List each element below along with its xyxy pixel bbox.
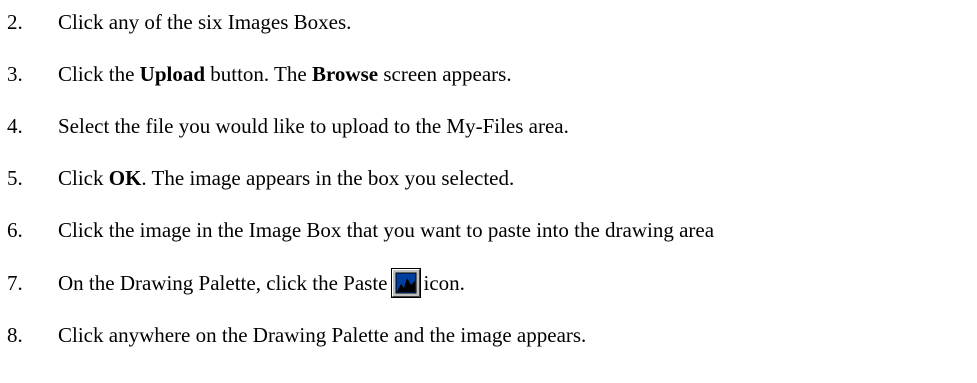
step-7: 7. On the Drawing Palette, click the Pas…: [0, 268, 977, 298]
step-8: 8. Click anywhere on the Drawing Palette…: [0, 320, 977, 350]
step-text: Click any of the six Images Boxes.: [58, 10, 352, 34]
step-2: 2. Click any of the six Images Boxes.: [0, 7, 977, 37]
step-text-part: screen appears.: [378, 62, 512, 86]
step-text-part: button. The: [205, 62, 312, 86]
step-number: 2.: [7, 10, 23, 34]
step-number: 5.: [7, 166, 23, 190]
step-text: Select the file you would like to upload…: [58, 114, 569, 138]
step-number: 7.: [7, 271, 23, 295]
step-text-part: On the Drawing Palette, click the Paste: [58, 271, 388, 295]
step-text-part: Click: [58, 166, 109, 190]
step-number: 3.: [7, 62, 23, 86]
paste-image-icon: [390, 268, 421, 298]
step-text: Click the Upload button. The Browse scre…: [58, 59, 512, 89]
step-4: 4. Select the file you would like to upl…: [0, 111, 977, 141]
step-5: 5. Click OK. The image appears in the bo…: [0, 163, 977, 193]
step-text-part: icon.: [423, 271, 465, 295]
step-number: 4.: [7, 114, 23, 138]
step-text-part: Click the: [58, 62, 140, 86]
step-3: 3. Click the Upload button. The Browse s…: [0, 59, 977, 89]
step-6: 6. Click the image in the Image Box that…: [0, 215, 977, 245]
step-text-part: . The image appears in the box you selec…: [141, 166, 515, 190]
step-number: 6.: [7, 218, 23, 242]
step-number: 8.: [7, 323, 23, 347]
step-text: On the Drawing Palette, click the Paste …: [58, 268, 465, 298]
step-text: Click the image in the Image Box that yo…: [58, 218, 715, 242]
step-text: Click anywhere on the Drawing Palette an…: [58, 323, 587, 347]
step-text: Click OK. The image appears in the box y…: [58, 163, 514, 193]
browse-screen-name: Browse: [311, 62, 379, 86]
ok-button-name: OK: [108, 166, 142, 190]
upload-button-name: Upload: [139, 62, 206, 86]
